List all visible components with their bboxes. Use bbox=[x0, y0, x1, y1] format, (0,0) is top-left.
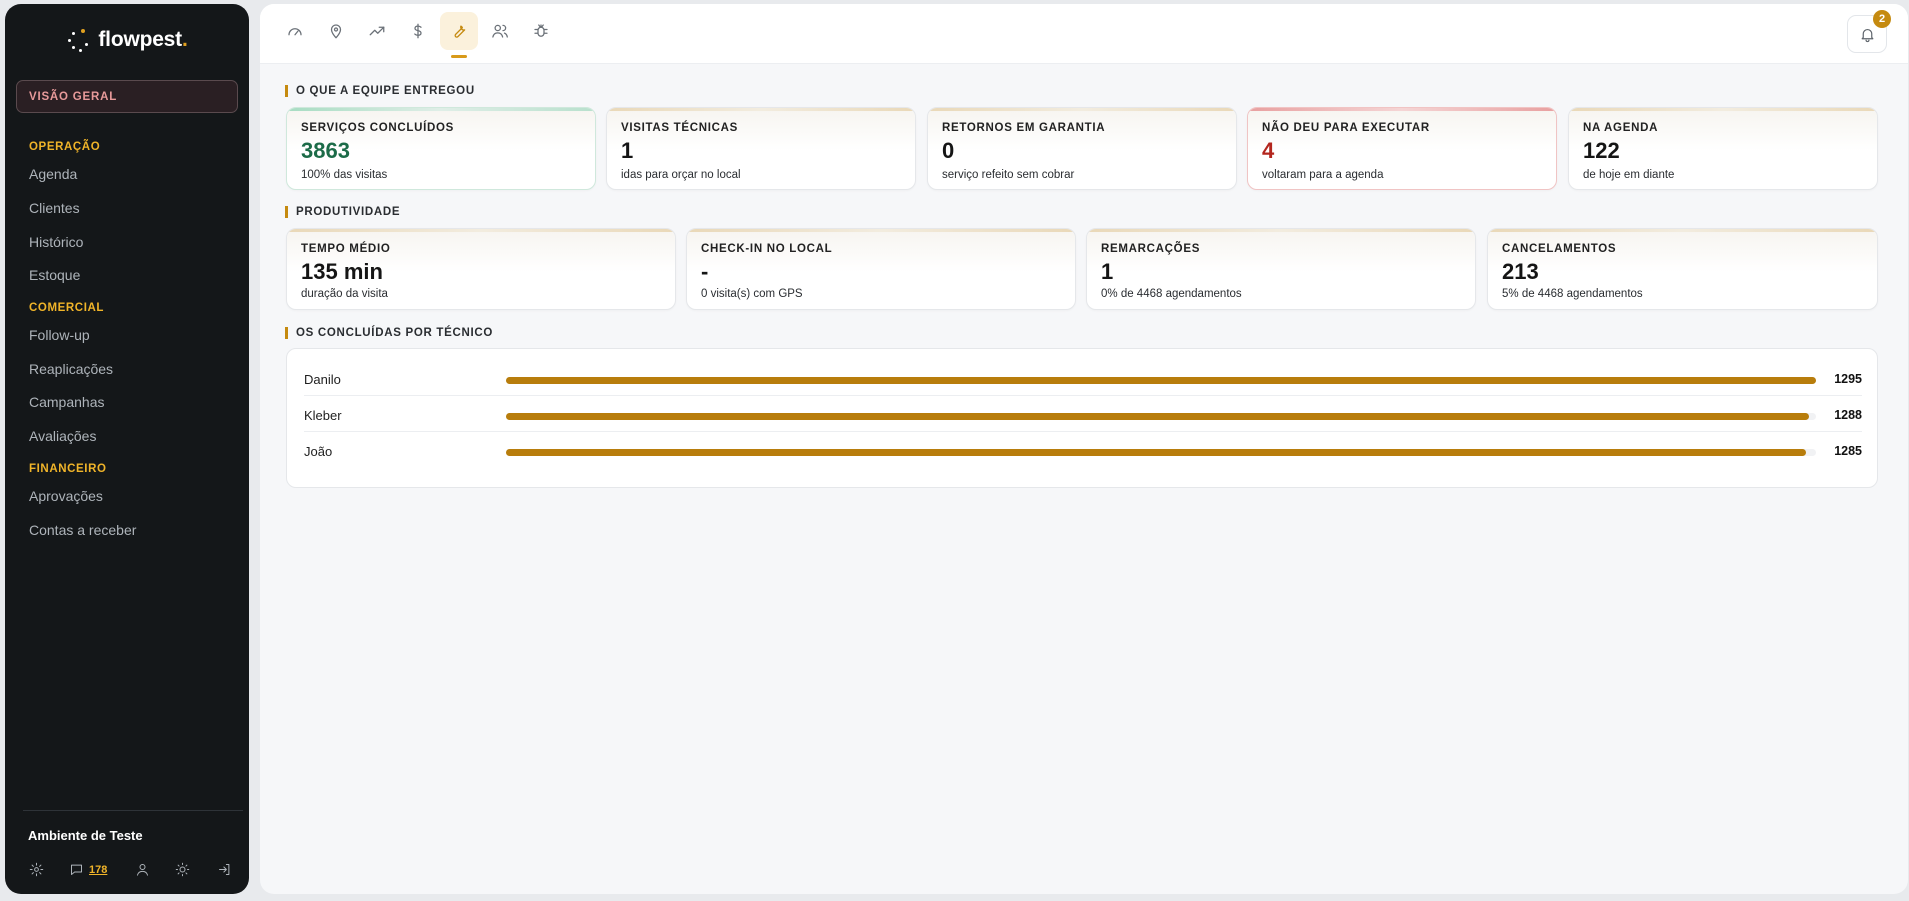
nav-agenda[interactable]: Agenda bbox=[29, 166, 77, 182]
card-value: 135 min bbox=[301, 259, 383, 284]
tech-count: 1285 bbox=[1834, 444, 1862, 458]
gauge-icon[interactable] bbox=[276, 12, 314, 50]
users-icon[interactable] bbox=[481, 12, 519, 50]
card-subtitle: voltaram para a agenda bbox=[1262, 169, 1384, 181]
card-subtitle: idas para orçar no local bbox=[621, 169, 741, 181]
card-subtitle: 0 visita(s) com GPS bbox=[701, 288, 803, 300]
tech-bar-track bbox=[506, 413, 1816, 420]
card-title: TEMPO MÉDIO bbox=[301, 243, 391, 255]
section-financeiro: FINANCEIRO bbox=[29, 463, 107, 475]
card-check-in-no-local: CHECK-IN NO LOCAL - 0 visita(s) com GPS bbox=[686, 228, 1076, 310]
card-title: RETORNOS EM GARANTIA bbox=[942, 122, 1106, 134]
tech-name: Danilo bbox=[304, 372, 341, 387]
main-content: 2 O QUE A EQUIPE ENTREGOU SERVIÇOS CONCL… bbox=[260, 4, 1908, 894]
card-nao-deu-para-executar: NÃO DEU PARA EXECUTAR 4 voltaram para a … bbox=[1247, 107, 1557, 190]
section-delivered-title: O QUE A EQUIPE ENTREGOU bbox=[285, 85, 475, 97]
tech-name: Kleber bbox=[304, 408, 342, 423]
dollar-icon[interactable] bbox=[399, 12, 437, 50]
sidebar-divider bbox=[23, 810, 243, 811]
card-cancelamentos: CANCELAMENTOS 213 5% de 4468 agendamento… bbox=[1487, 228, 1878, 310]
chat-button[interactable]: 178 bbox=[69, 862, 107, 877]
bug-icon[interactable] bbox=[522, 12, 560, 50]
tech-bar-track bbox=[506, 377, 1816, 384]
tech-name: João bbox=[304, 444, 333, 459]
technicians-card: Danilo 1295 Kleber 1288 João 1285 bbox=[286, 348, 1878, 488]
map-pin-icon[interactable] bbox=[317, 12, 355, 50]
section-operacao: OPERAÇÃO bbox=[29, 141, 101, 153]
wrench-icon[interactable] bbox=[440, 12, 478, 58]
logout-icon[interactable] bbox=[217, 862, 232, 877]
nav-follow-up[interactable]: Follow-up bbox=[29, 327, 90, 343]
card-value: 1 bbox=[1101, 259, 1114, 284]
card-subtitle: 100% das visitas bbox=[301, 169, 388, 181]
nav-overview[interactable]: VISÃO GERAL bbox=[16, 80, 238, 113]
environment-label: Ambiente de Teste bbox=[28, 828, 143, 843]
card-subtitle: 5% de 4468 agendamentos bbox=[1502, 288, 1643, 300]
card-title: VISITAS TÉCNICAS bbox=[621, 122, 739, 134]
card-tempo-medio: TEMPO MÉDIO 135 min duração da visita bbox=[286, 228, 676, 310]
notification-badge: 2 bbox=[1873, 10, 1891, 28]
card-value: 3863 bbox=[301, 138, 350, 163]
nav-reaplicacoes[interactable]: Reaplicações bbox=[29, 361, 113, 377]
nav-contas-a-receber[interactable]: Contas a receber bbox=[29, 522, 136, 538]
card-title: NA AGENDA bbox=[1583, 122, 1659, 134]
sidebar: flowpest. VISÃO GERAL OPERAÇÃO Agenda Cl… bbox=[5, 4, 249, 894]
logo-icon bbox=[66, 28, 89, 52]
card-value: 0 bbox=[942, 138, 955, 163]
card-subtitle: de hoje em diante bbox=[1583, 169, 1675, 181]
section-comercial: COMERCIAL bbox=[29, 302, 105, 314]
card-title: NÃO DEU PARA EXECUTAR bbox=[1262, 122, 1430, 134]
brand-name: flowpest bbox=[98, 28, 182, 51]
card-remarcacoes: REMARCAÇÕES 1 0% de 4468 agendamentos bbox=[1086, 228, 1476, 310]
card-value: 1 bbox=[621, 138, 634, 163]
nav-historico[interactable]: Histórico bbox=[29, 234, 83, 250]
nav-clientes[interactable]: Clientes bbox=[29, 200, 80, 216]
card-subtitle: duração da visita bbox=[301, 288, 388, 300]
section-technicians-title: OS CONCLUÍDAS POR TÉCNICO bbox=[285, 327, 493, 339]
card-subtitle: 0% de 4468 agendamentos bbox=[1101, 288, 1242, 300]
brand-dot: . bbox=[181, 28, 188, 51]
card-value: 213 bbox=[1502, 259, 1539, 284]
settings-icon[interactable] bbox=[29, 862, 44, 877]
card-title: CANCELAMENTOS bbox=[1502, 243, 1617, 255]
tech-bar bbox=[506, 413, 1809, 420]
card-subtitle: serviço refeito sem cobrar bbox=[942, 169, 1075, 181]
brand-logo[interactable]: flowpest. bbox=[5, 28, 249, 52]
tech-count: 1288 bbox=[1834, 408, 1862, 422]
nav-aprovacoes[interactable]: Aprovações bbox=[29, 488, 103, 504]
chat-icon bbox=[71, 864, 82, 875]
user-icon[interactable] bbox=[135, 862, 150, 877]
nav-avaliacoes[interactable]: Avaliações bbox=[29, 428, 96, 444]
tech-bar-track bbox=[506, 449, 1816, 456]
section-productivity-title: PRODUTIVIDADE bbox=[285, 206, 400, 218]
card-na-agenda: NA AGENDA 122 de hoje em diante bbox=[1568, 107, 1878, 190]
card-servicos-concluidos: SERVIÇOS CONCLUÍDOS 3863 100% das visita… bbox=[286, 107, 596, 190]
bell-icon bbox=[1861, 28, 1873, 42]
card-value: 4 bbox=[1262, 138, 1275, 163]
nav-campanhas[interactable]: Campanhas bbox=[29, 394, 105, 410]
sidebar-footer: 178 bbox=[29, 862, 239, 878]
top-nav: 2 bbox=[260, 4, 1908, 64]
tech-bar bbox=[506, 449, 1806, 456]
sun-icon[interactable] bbox=[175, 862, 190, 877]
card-title: SERVIÇOS CONCLUÍDOS bbox=[301, 122, 455, 134]
nav-estoque[interactable]: Estoque bbox=[29, 267, 80, 283]
card-title: REMARCAÇÕES bbox=[1101, 243, 1201, 255]
tech-count: 1295 bbox=[1834, 372, 1862, 386]
card-value: - bbox=[701, 259, 709, 284]
tech-row: João 1285 bbox=[304, 432, 1862, 468]
card-title: CHECK-IN NO LOCAL bbox=[701, 243, 833, 255]
trending-up-icon[interactable] bbox=[358, 12, 396, 50]
tech-row: Kleber 1288 bbox=[304, 396, 1862, 432]
tech-row: Danilo 1295 bbox=[304, 360, 1862, 396]
card-retornos-em-garantia: RETORNOS EM GARANTIA 0 serviço refeito s… bbox=[927, 107, 1237, 190]
card-value: 122 bbox=[1583, 138, 1620, 163]
chat-count: 178 bbox=[89, 863, 108, 876]
tech-bar bbox=[506, 377, 1816, 384]
card-visitas-tecnicas: VISITAS TÉCNICAS 1 idas para orçar no lo… bbox=[606, 107, 916, 190]
